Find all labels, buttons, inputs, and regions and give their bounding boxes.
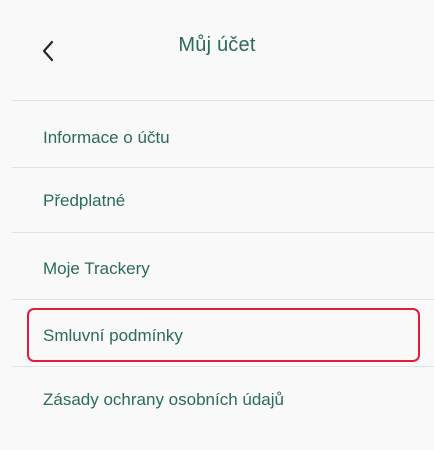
divider <box>12 100 434 101</box>
menu-item-subscription[interactable]: Předplatné <box>0 172 434 232</box>
menu-item-label: Zásady ochrany osobních údajů <box>43 390 284 409</box>
menu-item-label: Moje Trackery <box>43 259 150 278</box>
menu-item-terms[interactable]: Smluvní podmínky <box>0 305 434 365</box>
header: Můj účet <box>0 0 434 100</box>
menu-item-privacy-policy[interactable]: Zásady ochrany osobních údajů <box>0 372 434 432</box>
menu-item-label: Předplatné <box>43 191 126 210</box>
divider <box>12 232 434 233</box>
divider <box>12 167 434 168</box>
menu-item-label: Informace o účtu <box>43 128 170 147</box>
divider <box>12 366 434 367</box>
menu-item-account-info[interactable]: Informace o účtu <box>0 107 434 167</box>
page-title: Můj účet <box>178 34 256 56</box>
divider <box>12 299 434 300</box>
menu-item-label: Smluvní podmínky <box>43 326 183 345</box>
menu-item-trackers[interactable]: Moje Trackery <box>0 238 434 298</box>
